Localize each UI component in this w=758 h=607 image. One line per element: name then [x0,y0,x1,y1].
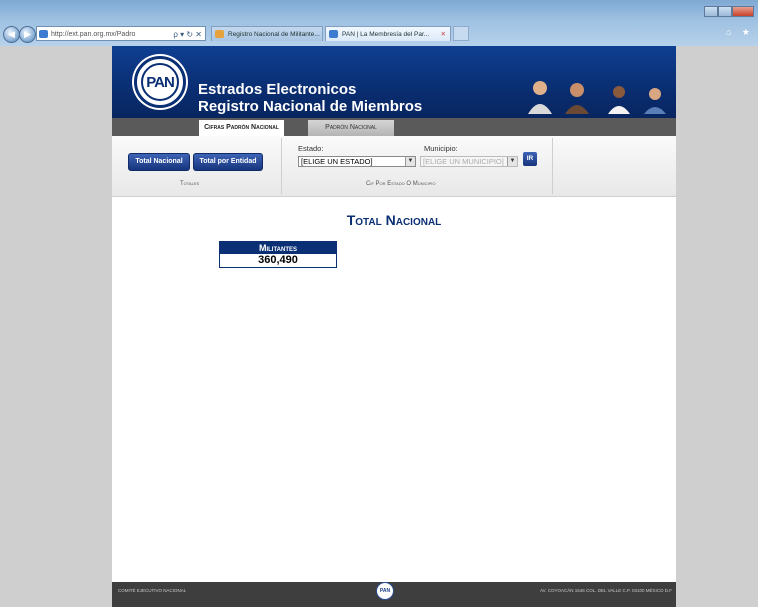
footer-org: COMITÉ EJECUTIVO NACIONAL [118,588,187,593]
page: PAN Estrados Electronicos Registro Nacio… [112,46,676,607]
people-illustration-icon [528,81,666,114]
address-bar[interactable]: http://ext.pan.org.mx/Padro ρ ▾ ↻ ✕ [36,26,206,41]
municipio-select-value: [ELIGE UN MUNICIPIO] [423,157,504,166]
divider [281,138,282,194]
site-title-line1: Estrados Electronicos [198,81,357,98]
browser-tab-membresia[interactable]: PAN | La Membresía del Par... ✕ [325,26,451,41]
footer-logo[interactable]: PAN [376,582,394,600]
pan-logo-text: PAN [141,63,179,101]
municipio-select[interactable]: [ELIGE UN MUNICIPIO] ▼ [420,156,518,167]
chevron-down-icon: ▼ [507,157,517,166]
tab-padron-nacional[interactable]: Padrón Nacional [308,120,394,136]
back-button[interactable]: ◀ [3,26,20,43]
totales-label: Totales [180,181,200,187]
divider [552,138,553,194]
militantes-label: Militantes [220,242,336,254]
window-controls [704,6,754,17]
estado-select-value: [ELIGE UN ESTADO] [301,157,373,166]
maximize-button[interactable] [718,6,732,17]
close-window-button[interactable] [732,6,754,17]
new-tab-button[interactable] [453,26,469,41]
tab-cifras-padron[interactable]: Cifras Padrón Nacional [199,120,284,136]
municipio-label: Municipio: [424,144,458,153]
site-favicon-icon [39,30,48,38]
browser-tab-registro[interactable]: Registro Nacional de Militante... [211,26,323,41]
pan-logo[interactable]: PAN [134,56,186,108]
page-title: Total Nacional [346,212,442,228]
minimize-button[interactable] [704,6,718,17]
por-estado-label: Cif Por Estado O Municipio [366,181,436,187]
total-entidad-button[interactable]: Total por Entidad [193,153,263,171]
ir-button[interactable]: IR [523,152,537,166]
site-title: Estrados Electronicos Registro Nacional … [198,81,422,115]
militantes-value: 360,490 [220,254,336,267]
section-tabs: Cifras Padrón Nacional Padrón Nacional [112,118,676,136]
address-text: http://ext.pan.org.mx/Padro [51,31,136,38]
estado-select[interactable]: [ELIGE UN ESTADO] ▼ [298,156,416,167]
address-tools-icon[interactable]: ρ ▾ ↻ ✕ [173,27,202,40]
chevron-down-icon: ▼ [405,157,415,166]
tab-close-icon[interactable]: ✕ [441,27,446,41]
forward-button[interactable]: ▶ [19,26,36,43]
site-title-line2: Registro Nacional de Miembros [198,98,423,115]
total-nacional-button[interactable]: Total Nacional [128,153,190,171]
home-favorites-icons[interactable]: ⌂ ★ [726,27,754,38]
browser-tab-label: Registro Nacional de Militante... [228,31,320,38]
militantes-box: Militantes 360,490 [219,241,337,268]
browser-chrome: ◀ ▶ http://ext.pan.org.mx/Padro ρ ▾ ↻ ✕ … [0,0,758,46]
site-header: PAN Estrados Electronicos Registro Nacio… [112,46,676,118]
tab-favicon-icon [329,30,338,38]
site-footer: COMITÉ EJECUTIVO NACIONAL PAN AV. COYOAC… [112,582,676,607]
estado-label: Estado: [298,144,324,153]
filters-panel: Total Nacional Total por Entidad Totales… [112,136,676,197]
tab-favicon-icon [215,30,224,38]
footer-address: AV. COYOACÁN 1546 COL. DEL VALLE C.P. 03… [540,588,672,593]
browser-tab-label: PAN | La Membresía del Par... [342,31,430,38]
